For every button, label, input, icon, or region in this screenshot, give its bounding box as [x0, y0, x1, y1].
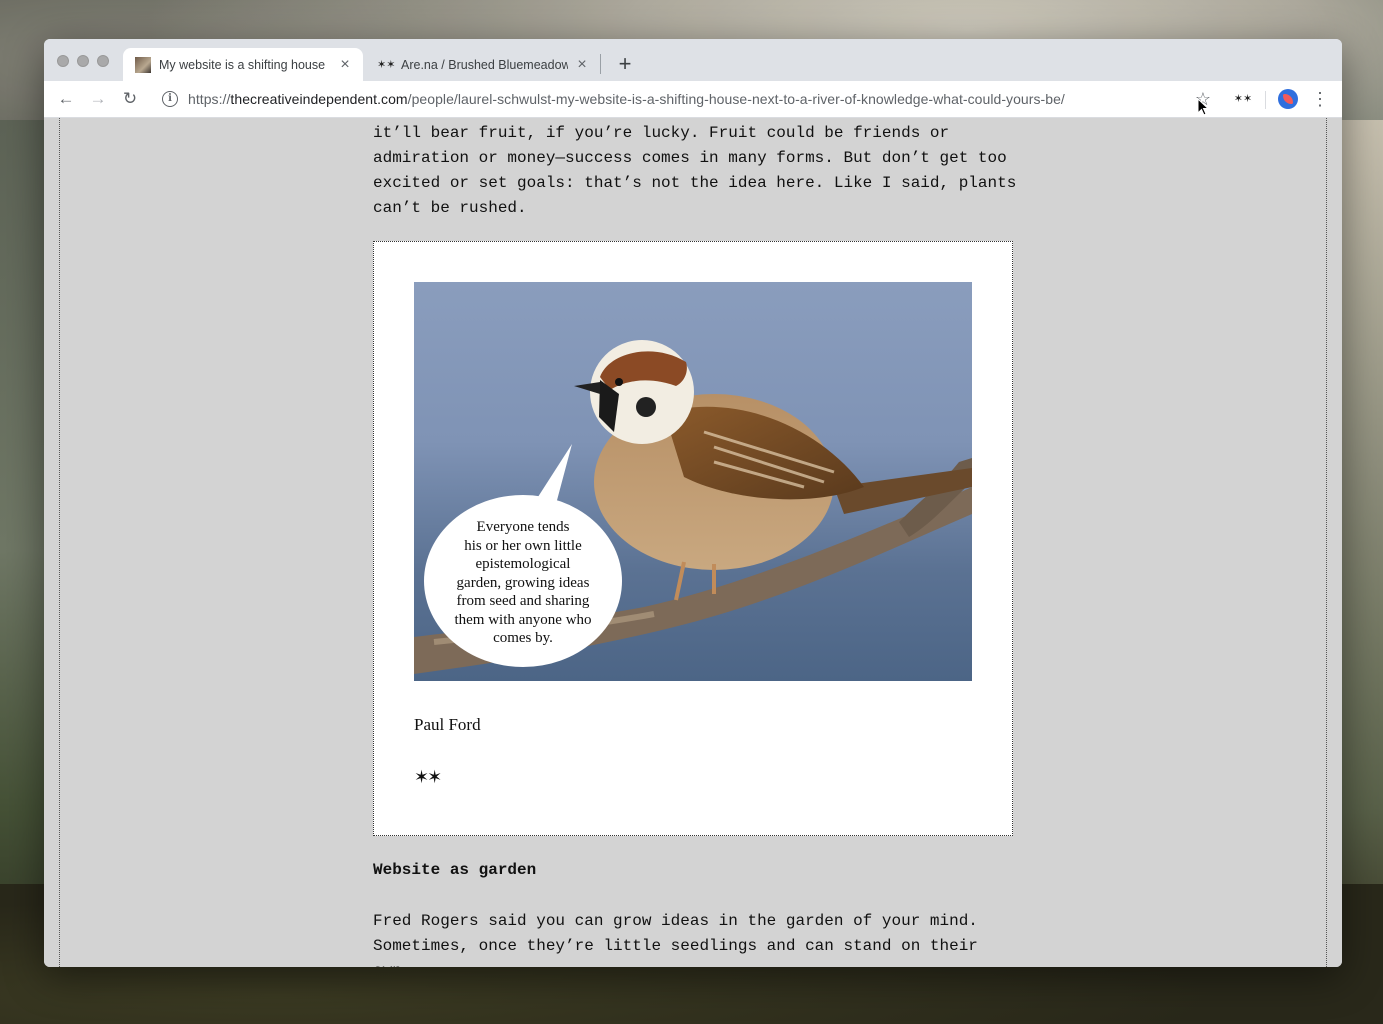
close-window-button[interactable]	[57, 55, 69, 67]
tab-arena[interactable]: ✶✶ Are.na / Brushed Bluemeadow ×	[365, 48, 600, 81]
text-line: can’t be rushed.	[373, 199, 527, 217]
figure-caption: Paul Ford	[414, 715, 481, 734]
tab-title: Are.na / Brushed Bluemeadow	[401, 57, 568, 72]
tab-title: My website is a shifting house	[159, 57, 326, 72]
text-line: Fred Rogers said you can grow ideas in t…	[373, 912, 978, 930]
tab-close-icon[interactable]: ×	[574, 56, 590, 73]
site-favicon-icon	[135, 56, 151, 73]
browser-toolbar: ← → ↻ i https://thecreativeindependent.c…	[44, 81, 1342, 118]
sparrow-photo: Everyone tends his or her own little epi…	[414, 282, 972, 681]
paragraph-bottom: Fred Rogers said you can grow ideas in t…	[373, 909, 1023, 967]
section-heading: Website as garden	[373, 861, 537, 879]
back-button[interactable]: ←	[54, 87, 78, 111]
mouse-cursor-icon	[1197, 98, 1209, 116]
tab-bar: My website is a shifting house × ✶✶ Are.…	[44, 39, 1342, 81]
arena-favicon-icon: ✶✶	[377, 58, 396, 71]
tab-separator	[600, 54, 601, 74]
arena-extension-icon[interactable]: ✶✶	[1231, 87, 1255, 111]
reload-button[interactable]: ↻	[118, 87, 142, 111]
minimize-window-button[interactable]	[77, 55, 89, 67]
page-content: it’ll bear fruit, if you’re lucky. Fruit…	[44, 118, 1342, 967]
page-frame-border	[59, 118, 60, 967]
address-bar[interactable]: i https://thecreativeindependent.com/peo…	[160, 85, 1180, 113]
text-line: Sometimes, once they’re little seedlings…	[373, 937, 978, 967]
tab-close-icon[interactable]: ×	[337, 56, 353, 73]
speech-bubble-text: Everyone tends his or her own little epi…	[454, 519, 592, 646]
new-tab-button[interactable]: +	[612, 52, 638, 78]
paragraph-top: it’ll bear fruit, if you’re lucky. Fruit…	[373, 121, 1023, 221]
text-line: excited or set goals: that’s not the ide…	[373, 174, 1017, 192]
browser-window: My website is a shifting house × ✶✶ Are.…	[44, 39, 1342, 967]
desktop-wallpaper-left	[0, 120, 46, 980]
text-line: it’ll bear fruit, if you’re lucky. Fruit…	[373, 124, 950, 142]
tab-creative-independent[interactable]: My website is a shifting house ×	[123, 48, 363, 81]
url-text: https://thecreativeindependent.com/peopl…	[188, 91, 1065, 107]
site-info-icon[interactable]: i	[162, 91, 178, 107]
text-line: admiration or money—success comes in man…	[373, 149, 1007, 167]
desktop-wallpaper-right	[1338, 120, 1383, 980]
zoom-window-button[interactable]	[97, 55, 109, 67]
forward-button[interactable]: →	[86, 87, 110, 111]
toolbar-divider	[1265, 91, 1266, 109]
arena-stars-icon[interactable]: ✶✶	[414, 767, 442, 788]
browser-menu-icon[interactable]: ⋮	[1308, 87, 1332, 111]
profile-avatar[interactable]	[1278, 89, 1298, 109]
quote-figure: Everyone tends his or her own little epi…	[373, 241, 1013, 836]
page-frame-border	[1326, 118, 1327, 967]
